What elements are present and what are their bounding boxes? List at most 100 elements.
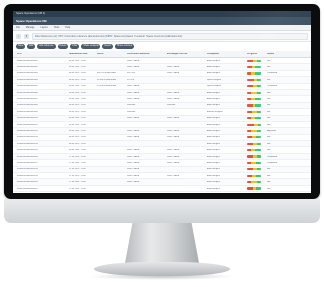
cell-comp: Audit mergers	[207, 98, 220, 101]
cell-vpc: 000000000000000016	[17, 155, 38, 158]
status-cell: Idle	[267, 91, 271, 94]
cell-time: 17.03.2021, 11:48	[69, 181, 86, 184]
column-header[interactable]: Confirmed reference	[127, 53, 167, 55]
status-cell: Idle	[267, 123, 271, 126]
cell-time: 08.03.2021, 12:04	[69, 123, 86, 126]
progress-bar	[247, 78, 261, 81]
cell-comp: Audit mergers	[207, 168, 220, 171]
cell-ref: PP.PFS	[127, 78, 135, 81]
cell-ref: XBRTPFASE	[127, 91, 140, 94]
column-header[interactable]: VPC	[17, 53, 69, 55]
progress-cell	[247, 104, 267, 107]
cell-pnas: FFRTPFSSBFSVAS	[97, 72, 116, 75]
cell-time: 17.03.2021, 11:48	[69, 168, 86, 171]
progress-bar	[247, 91, 261, 94]
back-icon[interactable]: ‹	[16, 33, 21, 39]
filter-input[interactable]: Filter Reference (is) 'VPC' Correction r…	[32, 32, 308, 40]
cell-ref: XBRTPFASE	[127, 136, 140, 139]
export-button[interactable]: Export	[102, 44, 114, 49]
window-title: Space Operations (OB 4)	[16, 12, 46, 15]
cell-vpc: 000000000000000008	[17, 104, 38, 107]
cell-ref: XBRTPFASE	[127, 168, 140, 171]
progress-bar	[247, 187, 261, 190]
progress-cell	[247, 161, 267, 165]
cell-exch: XBRTPFASE	[167, 91, 180, 94]
progress-cell	[247, 117, 267, 120]
cell-exch: XBRTPFASE	[167, 98, 180, 101]
column-header[interactable]: PNAS	[97, 53, 127, 55]
progress-bar	[247, 65, 261, 69]
progress-segment	[256, 161, 261, 165]
progress-bar	[247, 129, 261, 133]
cell-ref: XBRTPFASE	[127, 98, 140, 101]
monitor-screen: Space Operations (OB 4) Space Operations…	[13, 11, 311, 193]
show-columns-button[interactable]: Show columns	[115, 44, 135, 49]
save-button[interactable]: Save	[16, 44, 26, 49]
column-header[interactable]: Completed	[207, 53, 247, 55]
cell-time: 17.03.2021, 11:48	[69, 187, 86, 190]
progress-segment	[256, 110, 261, 113]
cell-time: 17.03.2021, 11:48	[69, 155, 86, 158]
app-header: Space Operations DB	[13, 17, 311, 25]
menu-item-file[interactable]: File	[16, 26, 20, 29]
table-row[interactable]: 000000000000000021 17.03.2021, 11:48 Audit…	[13, 186, 311, 193]
progress-bar	[247, 117, 261, 120]
cell-vpc: 000000000000000020	[17, 181, 38, 184]
cell-vpc: 000000000000000015	[17, 149, 38, 152]
progress-segment	[255, 97, 261, 101]
cell-ref: FFFTFB	[127, 72, 135, 75]
filter-button[interactable]: Filter	[70, 44, 80, 49]
status-cell: Completed	[267, 72, 278, 75]
monitor-stand	[125, 223, 199, 263]
column-header[interactable]: Status	[267, 53, 287, 55]
cell-vpc: 000000000000000011	[17, 123, 38, 126]
progress-cell	[247, 97, 267, 101]
column-header[interactable]: Submission time	[69, 53, 97, 55]
progress-cell	[247, 123, 267, 126]
cell-comp: Audit mergers	[207, 174, 220, 177]
delete-button[interactable]: Delete	[57, 44, 69, 49]
edit-button[interactable]: Edit	[27, 44, 36, 49]
cell-ref: XBRTPFASE	[127, 149, 140, 152]
progress-bar	[247, 155, 261, 158]
cell-comp: Space mergers	[207, 85, 222, 88]
cell-ref: XBRTPFASE	[127, 59, 140, 62]
cell-vpc: 000000000000000002	[17, 66, 38, 69]
cell-vpc: 000000000000000009	[17, 110, 38, 113]
progress-bar	[247, 123, 261, 126]
table-header: VPC Submission time PNAS Confirmed referenc…	[13, 51, 311, 58]
menu-item-tools[interactable]: Tools	[54, 26, 60, 29]
progress-bar	[247, 149, 261, 152]
cell-comp: Audit mergers	[207, 155, 220, 158]
cell-exch: XBRTPFASE	[167, 149, 180, 152]
menu-item-manage[interactable]: Manage	[26, 26, 35, 29]
menu-item-help[interactable]: Help	[65, 26, 70, 29]
cell-exch: XBRTPFASE	[167, 136, 180, 139]
progress-segment	[256, 174, 261, 177]
column-header[interactable]: Exchange from ref.	[167, 53, 207, 55]
cell-time: 08.03.2021, 12:04	[69, 142, 86, 145]
column-header[interactable]: Progress	[247, 53, 267, 55]
progress-segment	[255, 65, 261, 69]
progress-cell	[247, 149, 267, 152]
progress-cell	[247, 91, 267, 94]
progress-cell	[247, 136, 267, 139]
cell-exch: XBRTPFASE	[167, 66, 180, 69]
cell-vpc: 000000000000000014	[17, 142, 38, 145]
menu-item-layout[interactable]: Layout	[41, 26, 48, 29]
cell-vpc: 000000000000000010	[17, 117, 38, 120]
cell-comp: Audit mergers	[207, 187, 220, 190]
cell-time: 08.03.2021, 12:04	[69, 110, 86, 113]
cell-comp: Audit mergers	[207, 123, 220, 126]
share-analysis-button[interactable]: Share analysis	[81, 44, 101, 49]
cell-time: 08.03.2021, 12:04	[69, 78, 86, 81]
cell-exch: XBRTPFASE	[167, 117, 180, 120]
progress-bar	[247, 104, 261, 107]
cell-time: 17.03.2021, 11:48	[69, 161, 86, 164]
cell-comp: Audit mergers	[207, 59, 220, 62]
cell-time: 08.03.2021, 12:04	[69, 98, 86, 101]
filter-icon[interactable]: ▾	[24, 33, 29, 39]
add-reference-button[interactable]: Add reference	[37, 44, 56, 49]
cell-vpc: 000000000000000017	[17, 161, 38, 164]
cell-time: 08.03.2021, 12:04	[69, 72, 86, 75]
